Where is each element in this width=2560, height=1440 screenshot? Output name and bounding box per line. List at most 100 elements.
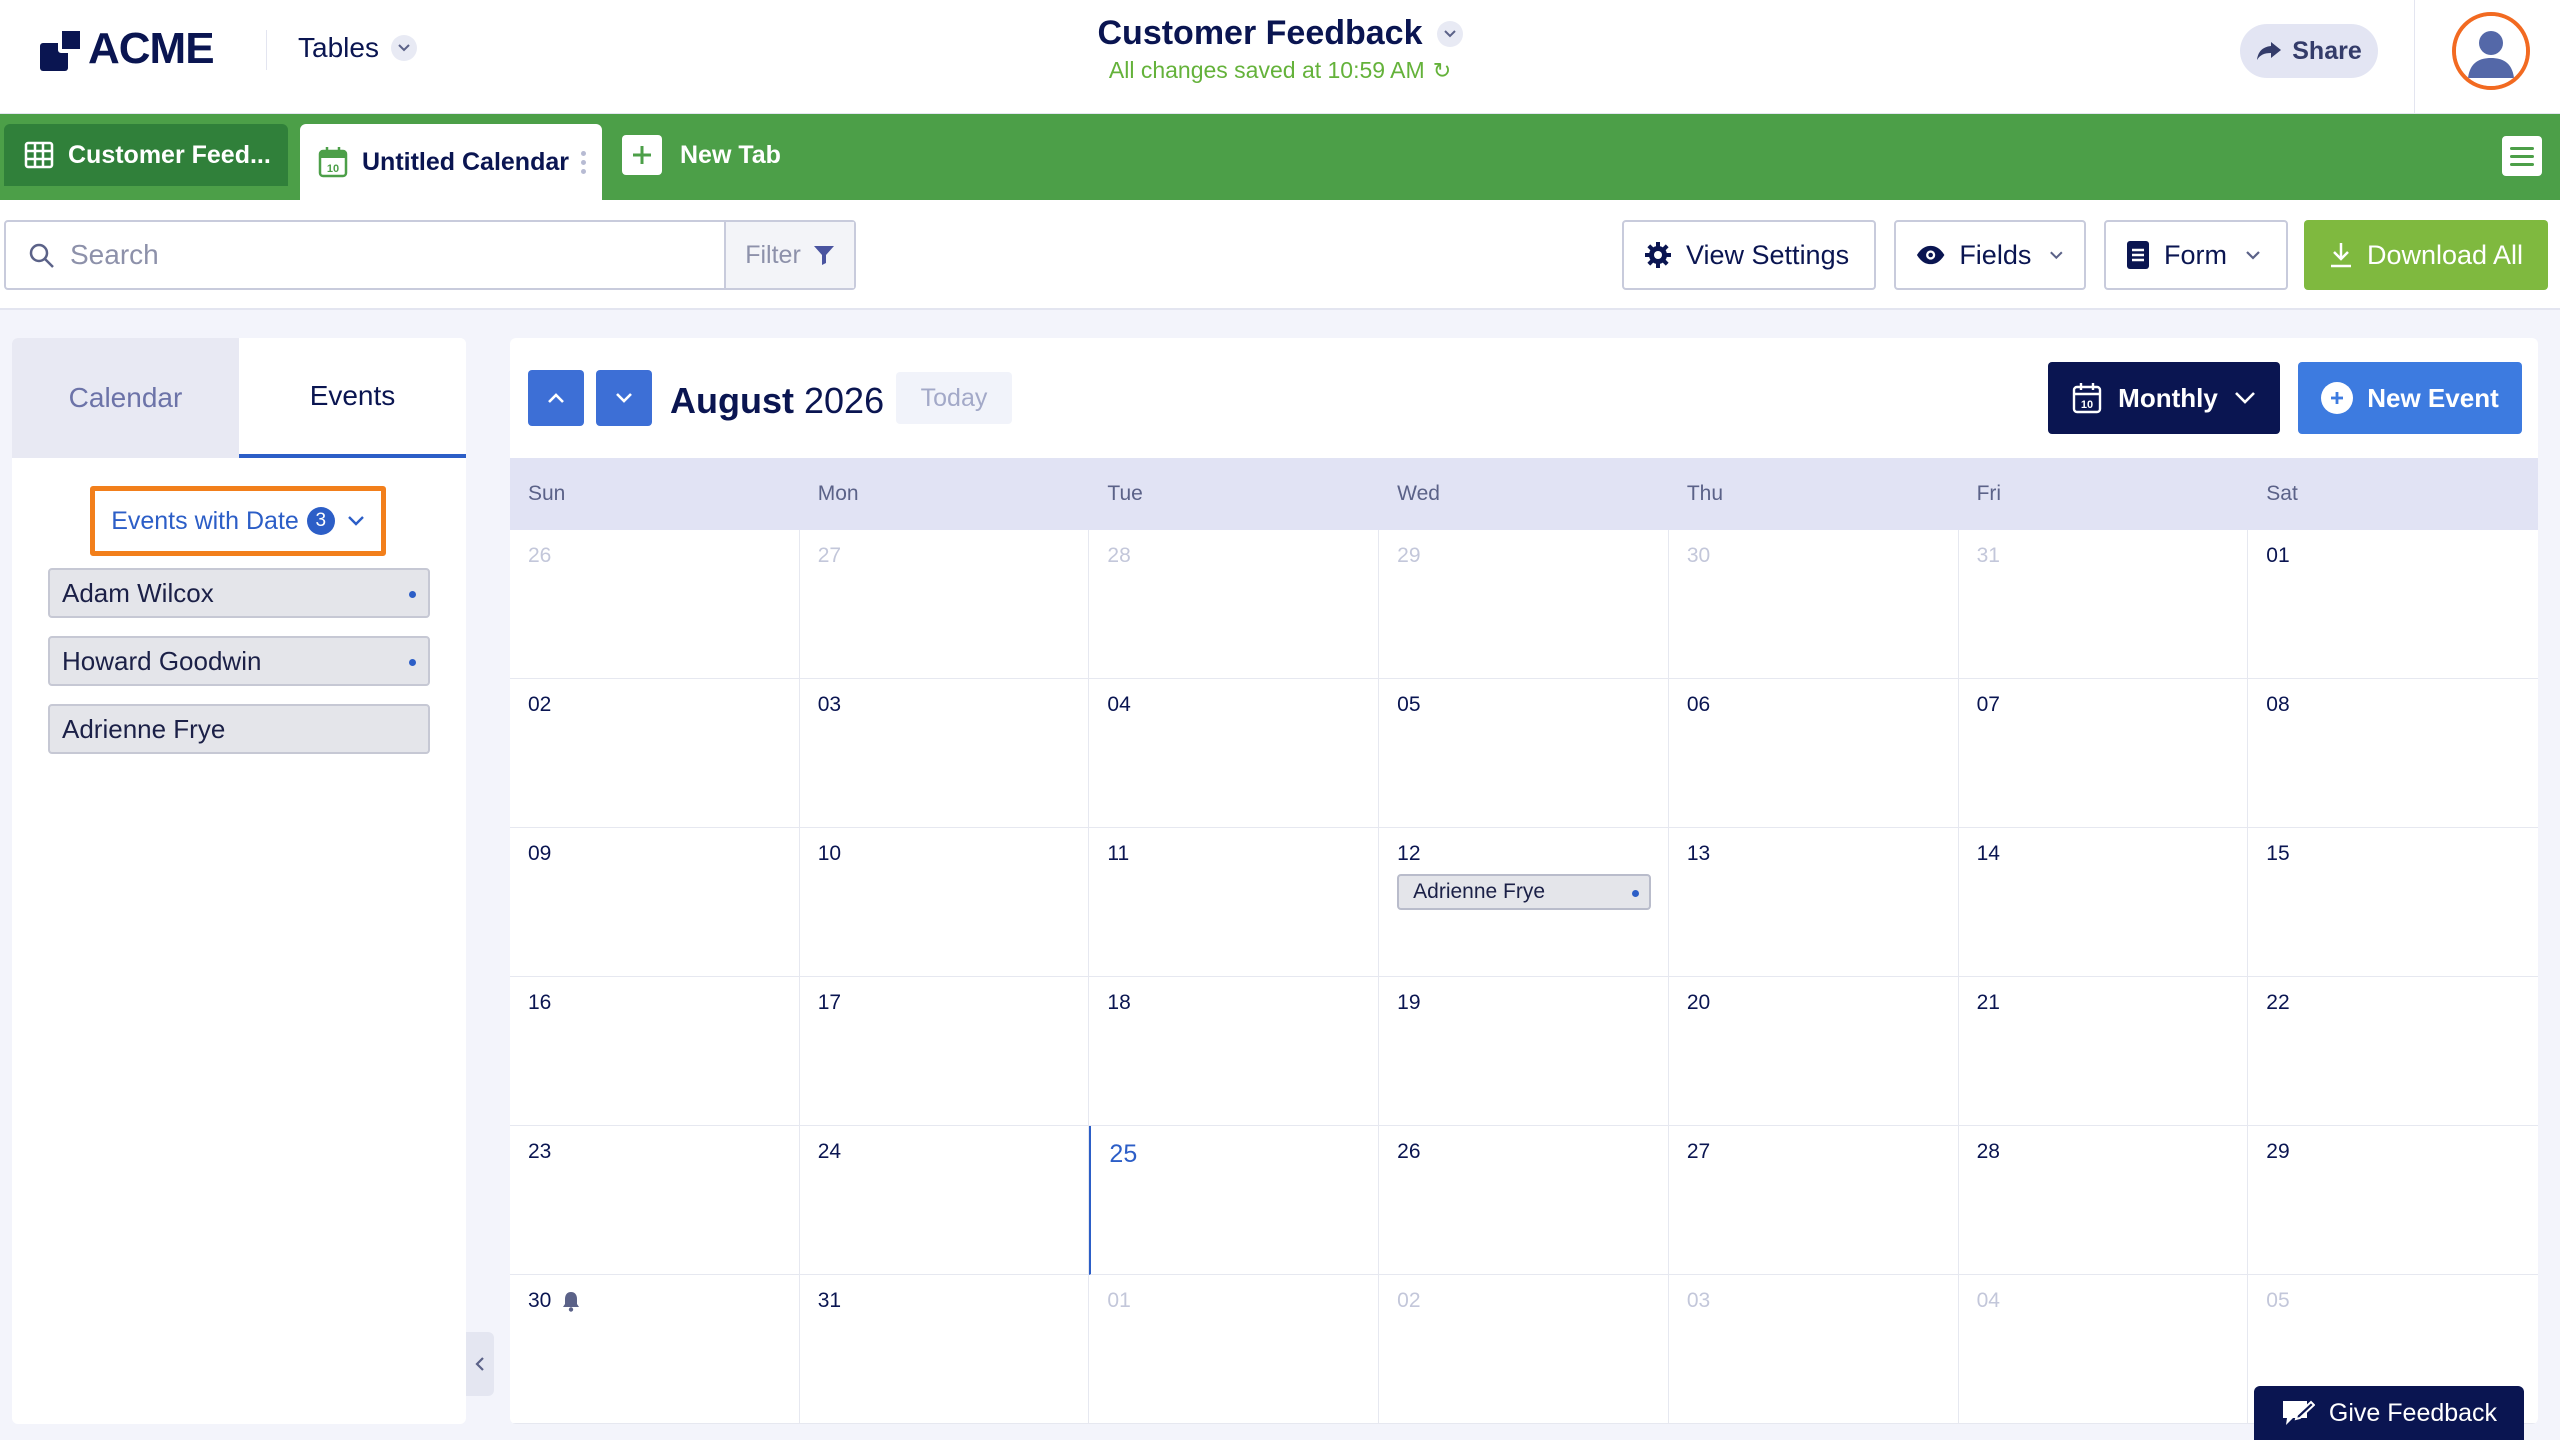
- app-header: ACME Tables Customer Feedback All change…: [0, 0, 2560, 114]
- day-cell[interactable]: 28: [1089, 530, 1380, 679]
- sidebar-tab-calendar[interactable]: Calendar: [12, 338, 239, 458]
- day-cell[interactable]: 31: [799, 1275, 1090, 1424]
- day-cell[interactable]: 15: [2248, 828, 2538, 977]
- year-value: 2026: [804, 380, 885, 421]
- title-chevron-down-icon[interactable]: [1436, 20, 1463, 47]
- event-card-label: Adam Wilcox: [62, 577, 214, 608]
- share-button[interactable]: Share: [2240, 24, 2378, 78]
- bell-icon[interactable]: [561, 1290, 581, 1312]
- day-cell[interactable]: 10: [799, 828, 1090, 977]
- day-number: 14: [1977, 842, 2000, 866]
- day-cell[interactable]: 23: [510, 1126, 800, 1275]
- day-cell[interactable]: 22: [2248, 977, 2538, 1126]
- day-cell-today[interactable]: 25: [1089, 1126, 1380, 1275]
- day-cell[interactable]: 29: [1379, 530, 1669, 679]
- fields-button[interactable]: Fields: [1894, 220, 2086, 290]
- day-cell[interactable]: 18: [1089, 977, 1380, 1126]
- today-button[interactable]: Today: [896, 372, 1012, 424]
- day-number: 31: [818, 1289, 841, 1313]
- day-cell[interactable]: 27: [1668, 1126, 1959, 1275]
- day-number: 13: [1687, 842, 1710, 866]
- day-cell[interactable]: 28: [1958, 1126, 2249, 1275]
- day-cell[interactable]: 04: [1958, 1275, 2249, 1424]
- tab-new-tab[interactable]: New Tab: [622, 124, 781, 186]
- event-card-adrienne-frye[interactable]: Adrienne Frye: [48, 704, 430, 754]
- day-cell[interactable]: 04: [1089, 679, 1380, 828]
- day-cell[interactable]: 29: [2248, 1126, 2538, 1275]
- day-cell[interactable]: 14: [1958, 828, 2249, 977]
- day-cell[interactable]: 27: [799, 530, 1090, 679]
- events-sidebar: Calendar Events Events with Date 3 Adam …: [12, 338, 466, 1424]
- day-cell[interactable]: 16: [510, 977, 800, 1126]
- day-cell[interactable]: 06: [1668, 679, 1959, 828]
- acme-logo[interactable]: ACME: [40, 24, 215, 74]
- view-settings-button[interactable]: View Settings: [1622, 220, 1876, 290]
- day-cell[interactable]: 20: [1668, 977, 1959, 1126]
- day-cell[interactable]: 12 Adrienne Frye: [1379, 828, 1669, 977]
- tab-customer-feedback[interactable]: Customer Feed...: [4, 124, 288, 186]
- day-number: 02: [528, 693, 551, 717]
- tables-menu[interactable]: Tables: [298, 32, 417, 64]
- event-card-adam-wilcox[interactable]: Adam Wilcox: [48, 568, 430, 618]
- day-number-text: 23: [528, 1140, 552, 1163]
- day-cell[interactable]: 31: [1958, 530, 2249, 679]
- day-cell[interactable]: 09: [510, 828, 800, 977]
- calendar-header: August 2026 Today 10 Monthly New Event: [510, 338, 2538, 458]
- day-number-text: 28: [1976, 1140, 2000, 1163]
- previous-month-button[interactable]: [528, 370, 584, 426]
- give-feedback-label: Give Feedback: [2328, 1398, 2498, 1427]
- form-button[interactable]: Form: [2104, 220, 2288, 290]
- day-cell[interactable]: 24: [799, 1126, 1090, 1275]
- day-cell[interactable]: 05: [1379, 679, 1669, 828]
- day-cell[interactable]: 13: [1668, 828, 1959, 977]
- day-cell[interactable]: 26: [510, 530, 800, 679]
- day-cell[interactable]: 03: [1668, 1275, 1959, 1424]
- page-title[interactable]: Customer Feedback: [1098, 14, 1423, 53]
- day-number: 06: [1687, 693, 1710, 717]
- days-of-week-header: Sun Mon Tue Wed Thu Fri Sat: [510, 458, 2538, 530]
- day-cell[interactable]: 01: [2248, 530, 2538, 679]
- day-cell[interactable]: 07: [1958, 679, 2249, 828]
- day-cell[interactable]: 30: [1668, 530, 1959, 679]
- day-cell[interactable]: 08: [2248, 679, 2538, 828]
- document-title-block: Customer Feedback All changes saved at 1…: [1090, 14, 1470, 84]
- chevron-down-icon: [616, 393, 632, 403]
- day-cell[interactable]: 26: [1379, 1126, 1669, 1275]
- next-month-button[interactable]: [596, 370, 652, 426]
- tab-untitled-calendar[interactable]: 10 Untitled Calendar: [300, 124, 602, 200]
- events-filter-dropdown[interactable]: Events with Date 3: [90, 486, 386, 556]
- avatar[interactable]: [2452, 12, 2530, 90]
- sidebar-tab-events[interactable]: Events: [239, 338, 466, 458]
- day-cell[interactable]: 17: [799, 977, 1090, 1126]
- event-card-howard-goodwin[interactable]: Howard Goodwin: [48, 636, 430, 686]
- filter-button[interactable]: Filter: [724, 222, 854, 288]
- day-number: 08: [2266, 693, 2289, 717]
- view-mode-dropdown[interactable]: 10 Monthly: [2048, 362, 2280, 434]
- day-cell[interactable]: 02: [1379, 1275, 1669, 1424]
- day-cell[interactable]: 01: [1089, 1275, 1380, 1424]
- day-cell[interactable]: 21: [1958, 977, 2249, 1126]
- day-number-text: 25: [1109, 1140, 1138, 1168]
- day-number: 12: [1397, 842, 1420, 866]
- day-cell[interactable]: 02: [510, 679, 800, 828]
- calendar-event[interactable]: Adrienne Frye: [1397, 874, 1652, 910]
- collapse-sidebar-button[interactable]: [466, 1332, 494, 1396]
- tab-options-icon[interactable]: [580, 150, 586, 174]
- hamburger-menu-icon[interactable]: [2502, 136, 2542, 176]
- day-number: 04: [1977, 1289, 2000, 1313]
- give-feedback-button[interactable]: Give Feedback: [2254, 1386, 2524, 1440]
- new-event-button[interactable]: New Event: [2298, 362, 2522, 434]
- day-number: 26: [1397, 1140, 1420, 1164]
- day-cell[interactable]: 19: [1379, 977, 1669, 1126]
- feedback-chat-icon: [2282, 1400, 2315, 1425]
- download-all-button[interactable]: Download All: [2304, 220, 2548, 290]
- toolbar: Filter View Settings Fields Form Downloa…: [0, 200, 2560, 310]
- day-number: 04: [1107, 693, 1130, 717]
- day-number-text: 20: [1686, 991, 1711, 1014]
- day-cell[interactable]: 30: [510, 1275, 800, 1424]
- day-cell[interactable]: 11: [1089, 828, 1380, 977]
- day-number-text: 15: [2266, 842, 2290, 865]
- day-cell[interactable]: 03: [799, 679, 1090, 828]
- day-number-text: 22: [2266, 991, 2290, 1014]
- search-input[interactable]: [6, 222, 726, 288]
